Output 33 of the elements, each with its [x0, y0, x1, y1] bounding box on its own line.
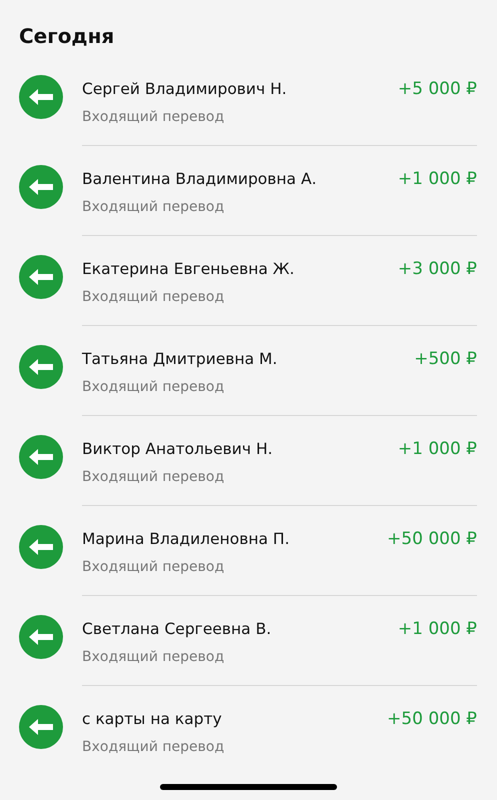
sender-name: Марина Владиленовна П. [82, 530, 290, 548]
transfer-type: Входящий перевод [82, 288, 226, 307]
transaction-row[interactable]: Виктор Анатольевич Н. +1 000 ₽ Входящий перевод [0, 416, 497, 506]
transfer-type: Входящий перевод [82, 198, 226, 217]
amount: +1 000 ₽ [398, 439, 477, 459]
transaction-row[interactable]: Татьяна Дмитриевна М. +500 ₽ Входящий перевод [0, 326, 497, 416]
transaction-row[interactable]: Марина Владиленовна П. +50 000 ₽ Входящий перевод [0, 506, 497, 596]
amount: +1 000 ₽ [398, 169, 477, 189]
transaction-row[interactable]: Светлана Сергеевна В. +1 000 ₽ Входящий перевод [0, 596, 497, 686]
amount: +3 000 ₽ [398, 259, 477, 279]
transaction-row[interactable]: Екатерина Евгеньевна Ж. +3 000 ₽ Входящий перевод [0, 236, 497, 326]
transfer-type: Входящий перевод [82, 468, 226, 487]
transaction-row[interactable]: Сергей Владимирович Н. +5 000 ₽ Входящий перевод [0, 56, 497, 146]
transaction-row[interactable]: Валентина Владимировна А. +1 000 ₽ Входящий перевод [0, 146, 497, 236]
transfer-type: Входящий перевод [82, 558, 226, 577]
sender-name: Сергей Владимирович Н. [82, 80, 287, 98]
sender-name: с карты на карту [82, 710, 222, 728]
transfer-type: Входящий перевод [82, 648, 226, 667]
sender-name: Валентина Владимировна А. [82, 170, 317, 188]
amount: +500 ₽ [414, 349, 477, 369]
sender-name: Виктор Анатольевич Н. [82, 440, 273, 458]
transfer-type: Входящий перевод [82, 108, 226, 127]
transfer-type: Входящий перевод [82, 738, 226, 757]
sender-name: Светлана Сергеевна В. [82, 620, 272, 638]
sender-name: Екатерина Евгеньевна Ж. [82, 260, 294, 278]
transaction-row[interactable]: с карты на карту +50 000 ₽ Входящий перевод [0, 686, 497, 776]
section-title: Сегодня [19, 23, 116, 50]
transfer-type: Входящий перевод [82, 378, 226, 397]
amount: +1 000 ₽ [398, 619, 477, 639]
amount: +50 000 ₽ [387, 529, 477, 549]
amount: +50 000 ₽ [387, 709, 477, 729]
amount: +5 000 ₽ [398, 79, 477, 99]
sender-name: Татьяна Дмитриевна М. [82, 350, 278, 368]
